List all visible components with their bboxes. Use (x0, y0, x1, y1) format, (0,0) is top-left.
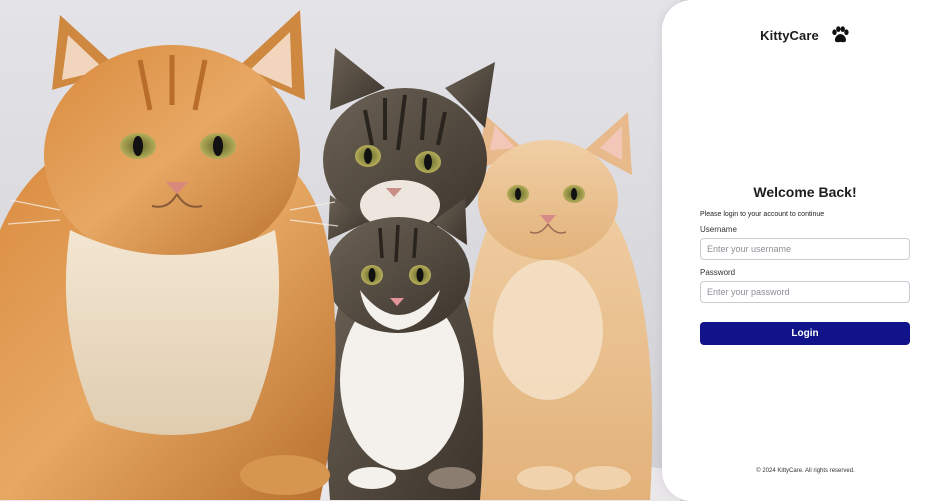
login-page: KittyCare Welcome Back! Please login to … (0, 0, 949, 501)
login-form: Welcome Back! Please login to your accou… (700, 184, 910, 345)
login-subtitle: Please login to your account to continue (700, 211, 825, 218)
password-input[interactable] (700, 281, 910, 303)
footer-copyright: © 2024 KittyCare. All rights reserved. (756, 468, 855, 474)
brand-header: KittyCare (662, 24, 949, 46)
login-panel: KittyCare Welcome Back! Please login to … (662, 0, 949, 501)
login-button[interactable]: Login (700, 322, 910, 345)
cats-hero-image (0, 0, 680, 501)
cats-photo (0, 0, 680, 501)
brand-name: KittyCare (760, 27, 819, 43)
page-title: Welcome Back! (753, 184, 857, 200)
username-label: Username (700, 225, 737, 234)
password-label: Password (700, 268, 736, 277)
username-input[interactable] (700, 238, 910, 260)
paw-icon (829, 24, 851, 46)
